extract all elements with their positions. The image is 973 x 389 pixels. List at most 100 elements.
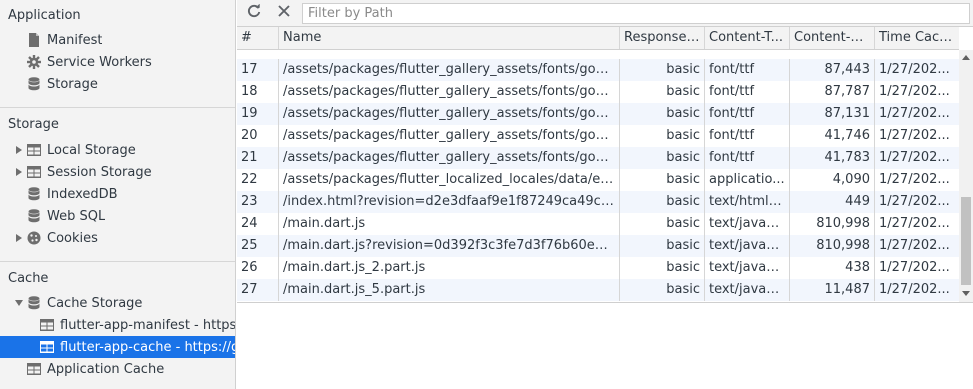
cell-time-cached: 1/27/202... — [879, 128, 950, 143]
table-row[interactable]: 26/main.dart.js_2.part.js basic text/javas… — [237, 257, 959, 279]
cell-time-cached: 1/27/202... — [879, 260, 950, 275]
collapse-triangle-icon[interactable] — [14, 298, 24, 308]
table-row[interactable]: 27/main.dart.js_5.part.js basic text/javas… — [237, 279, 959, 301]
expand-triangle-icon[interactable] — [14, 167, 24, 177]
sidebar-item-label: Manifest — [47, 32, 103, 48]
cell-content-length: 11,487 — [790, 279, 875, 301]
cell-content-type: text/javas... — [705, 235, 790, 257]
scroll-up-arrow-icon[interactable] — [962, 54, 970, 62]
cell-response-type: basic — [620, 279, 705, 301]
sidebar-item-local-storage[interactable]: Local Storage — [0, 139, 235, 161]
sidebar-item-cache-storage[interactable]: Cache Storage — [0, 292, 235, 314]
cache-toolbar — [237, 0, 973, 27]
column-header-number[interactable]: # — [237, 27, 279, 49]
cell-response-type: basic — [620, 81, 705, 103]
sidebar-item-manifest[interactable]: Manifest — [0, 29, 235, 51]
cell-content-length: 41,783 — [790, 147, 875, 169]
sidebar-item-label: Cookies — [47, 230, 98, 246]
table-row[interactable]: 18/assets/packages/flutter_gallery_asset… — [237, 81, 959, 103]
cell-name: /index.html?revision=d2e3dfaaf9e1f87249c… — [279, 191, 620, 213]
cell-response-type: basic — [620, 147, 705, 169]
column-header-content-length[interactable]: Content-L... — [790, 27, 875, 49]
sidebar-item-indexeddb[interactable]: IndexedDB — [0, 183, 235, 205]
sidebar-item-label: Cache Storage — [47, 295, 143, 311]
sidebar-item-label: Web SQL — [47, 208, 106, 224]
cell-name: /main.dart.js — [279, 213, 620, 235]
table-row[interactable]: 19/assets/packages/flutter_gallery_asset… — [237, 103, 959, 125]
table-row[interactable]: 24/main.dart.js basic text/javas... 810,998… — [237, 213, 959, 235]
storage-section-title: Storage — [8, 117, 59, 132]
cell-time-cached: 1/27/202... — [879, 172, 950, 187]
sidebar-item-application-cache[interactable]: Application Cache — [0, 358, 235, 380]
sidebar-item-cookies[interactable]: Cookies — [0, 227, 235, 249]
cell-time-cached: 1/27/202... — [879, 106, 950, 121]
sidebar-item-web-sql[interactable]: Web SQL — [0, 205, 235, 227]
cell-content-type: font/ttf — [705, 103, 790, 125]
cell-time-cached: 1/27/202... — [879, 62, 950, 77]
sidebar-item-cache-manifest[interactable]: flutter-app-manifest - https:// — [0, 314, 236, 336]
sidebar-item-label: Local Storage — [47, 142, 136, 158]
column-header-name[interactable]: Name — [279, 27, 620, 49]
grid-icon — [26, 142, 42, 158]
column-header-time-cached[interactable]: Time Cach... — [875, 27, 959, 49]
sidebar-item-label: Session Storage — [47, 164, 152, 180]
table-row[interactable]: 21/assets/packages/flutter_gallery_asset… — [237, 147, 959, 169]
cell-content-type: text/javas... — [705, 279, 790, 301]
table-row[interactable]: 22/assets/packages/flutter_localized_loc… — [237, 169, 959, 191]
clear-icon — [278, 5, 290, 21]
sidebar-item-cache-app-selected[interactable]: flutter-app-cache - https://gal — [0, 336, 236, 358]
table-row[interactable]: 23/index.html?revision=d2e3dfaaf9e1f8724… — [237, 191, 959, 213]
expand-triangle-icon[interactable] — [14, 145, 24, 155]
application-sidebar: Application Manifest Service Workers Sto… — [0, 0, 236, 389]
gear-icon — [26, 54, 42, 70]
sidebar-item-label: flutter-app-manifest - https:// — [60, 317, 236, 333]
database-icon — [26, 208, 42, 224]
cell-name: /main.dart.js?revision=0d392f3c3fe7d3f76… — [279, 235, 620, 257]
table-scrollbar-thumb[interactable] — [961, 197, 971, 285]
cell-time-cached: 1/27/202... — [879, 150, 950, 165]
cell-name: /main.dart.js_5.part.js — [279, 279, 620, 301]
cell-response-type: basic — [620, 103, 705, 125]
expand-triangle-icon[interactable] — [14, 233, 24, 243]
cell-number: 23 — [237, 191, 279, 213]
cell-name: /assets/packages/flutter_localized_local… — [279, 169, 620, 191]
cell-content-length: 41,746 — [790, 125, 875, 147]
cell-name: /assets/packages/flutter_gallery_assets/… — [279, 125, 620, 147]
cell-response-type: basic — [620, 59, 705, 81]
section-divider — [0, 107, 235, 108]
database-icon — [26, 186, 42, 202]
cell-content-type: font/ttf — [705, 81, 790, 103]
cell-response-type: basic — [620, 125, 705, 147]
table-row[interactable]: 25/main.dart.js?revision=0d392f3c3fe7d3f… — [237, 235, 959, 257]
table-row[interactable]: 20/assets/packages/flutter_gallery_asset… — [237, 125, 959, 147]
cell-content-type: font/ttf — [705, 59, 790, 81]
sidebar-item-service-workers[interactable]: Service Workers — [0, 51, 235, 73]
filter-by-path-input[interactable] — [302, 3, 970, 24]
sidebar-item-session-storage[interactable]: Session Storage — [0, 161, 235, 183]
clear-button[interactable] — [273, 3, 295, 23]
cell-content-type: text/javas... — [705, 213, 790, 235]
cell-number: 17 — [237, 59, 279, 81]
cell-response-type: basic — [620, 191, 705, 213]
column-header-response-type[interactable]: Response-... — [620, 27, 705, 49]
cell-time-cached: 1/27/202... — [879, 238, 950, 253]
entry-preview-pane — [237, 304, 973, 389]
sidebar-item-label: Application Cache — [47, 361, 165, 377]
cell-response-type: basic — [620, 235, 705, 257]
scroll-down-arrow-icon[interactable] — [962, 289, 970, 297]
table-header: # Name Response-... Content-T... Content… — [237, 27, 959, 50]
cell-content-type: applicatio... — [705, 169, 790, 191]
cell-content-type: font/ttf — [705, 147, 790, 169]
refresh-button[interactable] — [243, 3, 265, 23]
cell-response-type: basic — [620, 213, 705, 235]
cell-content-length: 87,787 — [790, 81, 875, 103]
sidebar-item-label: Storage — [47, 76, 98, 92]
cookie-icon — [26, 230, 42, 246]
cache-entries-table: # Name Response-... Content-T... Content… — [237, 27, 973, 303]
cell-number: 26 — [237, 257, 279, 279]
sidebar-item-label: flutter-app-cache - https://gal — [60, 339, 236, 355]
table-row[interactable]: 17/assets/packages/flutter_gallery_asset… — [237, 59, 959, 81]
cell-number: 25 — [237, 235, 279, 257]
sidebar-item-storage[interactable]: Storage — [0, 73, 235, 95]
column-header-content-type[interactable]: Content-T... — [705, 27, 790, 49]
